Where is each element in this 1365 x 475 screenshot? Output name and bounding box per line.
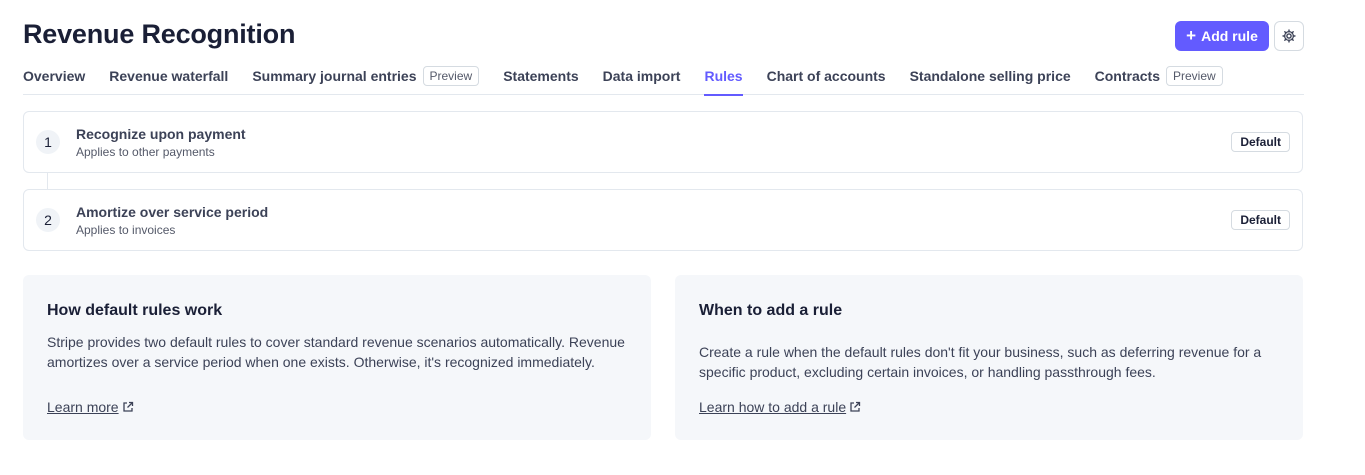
tab-label: Chart of accounts bbox=[766, 68, 886, 84]
tab-label: Data import bbox=[602, 68, 681, 84]
rule-number: 2 bbox=[36, 208, 60, 232]
rule-subtitle: Applies to invoices bbox=[76, 223, 176, 237]
add-rule-label: Add rule bbox=[1201, 28, 1258, 44]
tab-label: Overview bbox=[23, 68, 86, 84]
info-card-how-default-rules-work: How default rules work Stripe provides t… bbox=[23, 275, 651, 440]
rule-title: Amortize over service period bbox=[76, 204, 269, 220]
gear-icon bbox=[1282, 29, 1296, 43]
settings-button[interactable] bbox=[1274, 21, 1304, 51]
info-card-title: When to add a rule bbox=[699, 302, 843, 319]
tab-summary-journal-entries[interactable]: Summary journal entries Preview bbox=[252, 64, 480, 95]
default-badge: Default bbox=[1231, 132, 1290, 152]
tab-label: Statements bbox=[503, 68, 579, 84]
tab-overview[interactable]: Overview bbox=[23, 64, 85, 95]
external-link-icon bbox=[850, 401, 861, 412]
tab-label: Summary journal entries bbox=[252, 68, 417, 84]
tab-bar: Overview Revenue waterfall Summary journ… bbox=[23, 64, 1304, 96]
tab-standalone-selling-price[interactable]: Standalone selling price bbox=[910, 64, 1071, 95]
default-badge: Default bbox=[1231, 210, 1290, 230]
rule-subtitle: Applies to other payments bbox=[76, 145, 215, 159]
tab-revenue-waterfall[interactable]: Revenue waterfall bbox=[109, 64, 228, 95]
rule-number: 1 bbox=[36, 130, 60, 154]
rule-card-recognize-upon-payment[interactable]: 1 Recognize upon payment Applies to othe… bbox=[23, 111, 1303, 173]
page-title: Revenue Recognition bbox=[23, 19, 296, 49]
tab-rules[interactable]: Rules bbox=[704, 64, 743, 96]
info-card-when-to-add-a-rule: When to add a rule Create a rule when th… bbox=[675, 275, 1303, 440]
preview-badge: Preview bbox=[1166, 66, 1223, 86]
rule-connector-line bbox=[47, 173, 48, 189]
preview-badge: Preview bbox=[422, 66, 480, 86]
tab-chart-of-accounts[interactable]: Chart of accounts bbox=[767, 64, 886, 95]
info-card-body: Stripe provides two default rules to cov… bbox=[47, 334, 625, 370]
rule-card-amortize-over-service-period[interactable]: 2 Amortize over service period Applies t… bbox=[23, 189, 1303, 251]
tab-label: Standalone selling price bbox=[909, 68, 1071, 84]
plus-icon: + bbox=[1186, 25, 1197, 45]
rule-title: Recognize upon payment bbox=[76, 126, 246, 142]
info-card-title: How default rules work bbox=[47, 302, 223, 319]
tab-label: Rules bbox=[704, 68, 743, 84]
link-label: Learn more bbox=[47, 399, 119, 415]
info-card-body: Create a rule when the default rules don… bbox=[699, 344, 1262, 380]
tab-statements[interactable]: Statements bbox=[503, 64, 578, 95]
learn-more-link[interactable]: Learn more bbox=[47, 399, 134, 415]
add-rule-button[interactable]: + Add rule bbox=[1175, 21, 1269, 51]
learn-how-to-add-rule-link[interactable]: Learn how to add a rule bbox=[699, 399, 861, 415]
tab-contracts[interactable]: Contracts Preview bbox=[1095, 64, 1223, 95]
tab-label: Contracts bbox=[1094, 68, 1160, 84]
tab-data-import[interactable]: Data import bbox=[603, 64, 681, 95]
external-link-icon bbox=[122, 401, 133, 412]
link-label: Learn how to add a rule bbox=[699, 399, 847, 415]
tab-label: Revenue waterfall bbox=[109, 68, 229, 84]
